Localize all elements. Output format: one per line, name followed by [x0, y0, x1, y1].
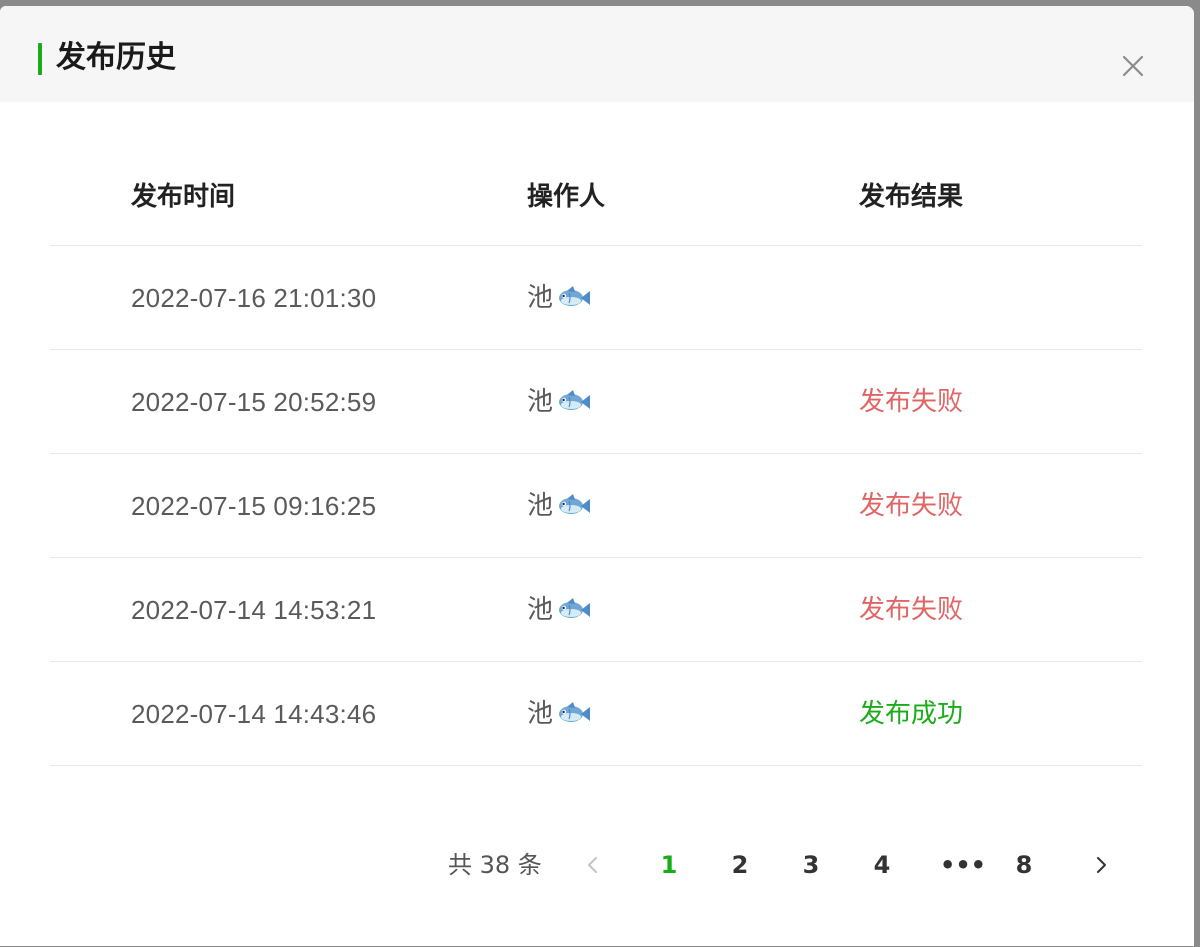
cell-time: 2022-07-15 09:16:25	[131, 491, 377, 521]
pagination-page-3[interactable]: 3	[797, 848, 825, 882]
table-row: 2022-07-15 20:52:59 池 发布失败	[50, 350, 1142, 454]
pagination-prev-button[interactable]	[580, 848, 606, 882]
fish-icon	[555, 493, 591, 519]
header-time: 发布时间	[131, 182, 236, 212]
operator-name: 池	[527, 387, 554, 417]
table-row: 2022-07-15 09:16:25 池 发布失败	[50, 454, 1142, 558]
table-row: 2022-07-16 21:01:30 池	[50, 246, 1142, 350]
pagination-ellipsis[interactable]: •••	[940, 848, 986, 882]
table-row: 2022-07-14 14:53:21 池 发布失败	[50, 558, 1142, 662]
fish-icon	[555, 285, 591, 311]
cell-operator: 池	[527, 592, 591, 628]
cell-operator: 池	[527, 488, 591, 524]
close-button[interactable]	[1116, 49, 1150, 83]
fish-icon	[555, 597, 591, 623]
title-accent-bar	[38, 43, 42, 75]
cell-time: 2022-07-15 20:52:59	[131, 387, 377, 417]
cell-result: 发布失败	[859, 387, 964, 417]
close-icon	[1122, 55, 1144, 77]
cell-operator: 池	[527, 280, 591, 316]
pagination-page-8[interactable]: 8	[1010, 848, 1038, 882]
cell-time: 2022-07-14 14:53:21	[131, 595, 377, 625]
cell-time: 2022-07-14 14:43:46	[131, 699, 377, 729]
cell-time: 2022-07-16 21:01:30	[131, 283, 377, 313]
operator-name: 池	[527, 283, 554, 313]
chevron-right-icon	[1097, 857, 1106, 873]
pagination: 共 38 条 1 2 3 4 ••• 8	[0, 842, 1194, 888]
cell-result: 发布失败	[859, 595, 964, 625]
dialog-header: 发布历史	[0, 6, 1194, 102]
table-body: 2022-07-16 21:01:30 池 2022-07-15 20:52:59 池…	[50, 246, 1142, 766]
pagination-page-2[interactable]: 2	[726, 848, 754, 882]
cell-operator: 池	[527, 696, 591, 732]
fish-icon	[555, 701, 591, 727]
table-row: 2022-07-14 14:43:46 池 发布成功	[50, 662, 1142, 766]
header-result: 发布结果	[859, 182, 964, 212]
pagination-page-1[interactable]: 1	[655, 848, 683, 882]
cell-result: 发布成功	[859, 699, 964, 729]
publish-history-dialog: 发布历史 发布时间 操作人 发布结果 2022-07-16 21:01:30 池 2…	[0, 6, 1194, 946]
history-table: 发布时间 操作人 发布结果 2022-07-16 21:01:30 池 2022-0…	[50, 151, 1142, 766]
chevron-left-icon	[588, 857, 597, 873]
pagination-page-4[interactable]: 4	[868, 848, 896, 882]
operator-name: 池	[527, 595, 554, 625]
operator-name: 池	[527, 491, 554, 521]
table-header: 发布时间 操作人 发布结果	[50, 151, 1142, 246]
pagination-total: 共 38 条	[448, 851, 542, 879]
cell-result: 发布失败	[859, 491, 964, 521]
cell-operator: 池	[527, 384, 591, 420]
fish-icon	[555, 389, 591, 415]
pagination-next-button[interactable]	[1089, 848, 1115, 882]
operator-name: 池	[527, 699, 554, 729]
dialog-title: 发布历史	[56, 40, 176, 75]
header-operator: 操作人	[527, 182, 606, 212]
